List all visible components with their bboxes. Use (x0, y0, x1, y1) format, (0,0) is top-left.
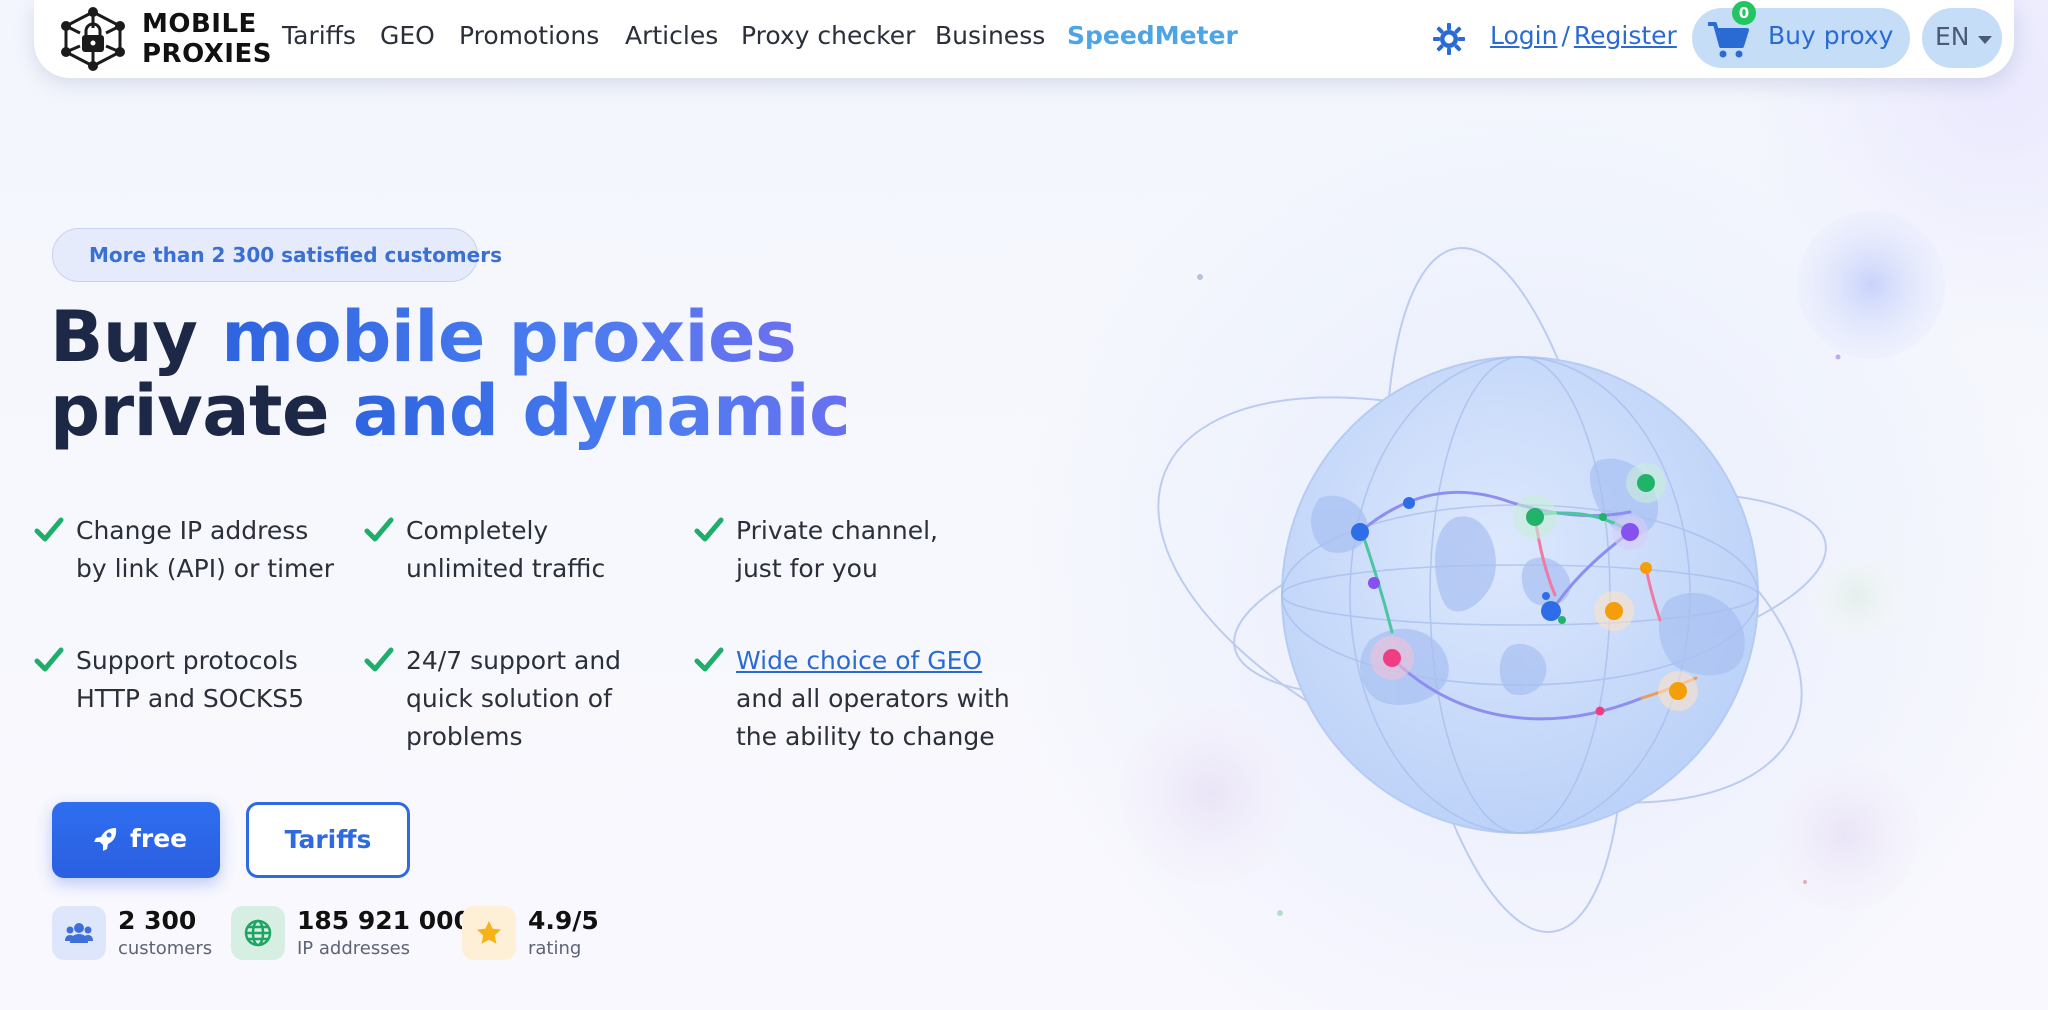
buy-proxy-button[interactable]: 0 Buy proxy (1692, 1, 1910, 68)
rocket-icon (94, 828, 117, 851)
globe-icon (231, 906, 285, 960)
login-link[interactable]: Login (1490, 21, 1557, 50)
geo-choice-link[interactable]: Wide choice of GEO (736, 642, 1010, 680)
check-icon (364, 517, 394, 542)
theme-toggle-gear-icon[interactable] (1432, 22, 1466, 56)
decor-bubble (1812, 552, 1902, 642)
nav-link-tariffs[interactable]: Tariffs (282, 21, 356, 50)
register-link[interactable]: Register (1574, 21, 1677, 50)
check-icon (694, 517, 724, 542)
site-logo[interactable]: MOBILE PROXIES (56, 6, 272, 72)
tariffs-button[interactable]: Tariffs (246, 802, 410, 878)
check-icon (364, 647, 394, 672)
free-trial-button[interactable]: free (52, 802, 220, 878)
auth-separator: / (1561, 21, 1570, 50)
network-globe-illustration (1120, 211, 1945, 933)
hero-headline: Buy mobile proxies private and dynamic (50, 296, 851, 452)
star-icon (462, 906, 516, 960)
check-icon (694, 647, 724, 672)
nav-link-proxy-checker[interactable]: Proxy checker (741, 21, 915, 50)
check-icon (34, 647, 64, 672)
nav-link-speedmeter[interactable]: SpeedMeter (1067, 21, 1238, 50)
decor-bubble (1797, 211, 1945, 359)
users-icon (52, 906, 106, 960)
decor-bubble (1120, 703, 1300, 883)
nav-link-promotions[interactable]: Promotions (459, 21, 599, 50)
logo-network-lock-icon (61, 7, 125, 71)
top-navbar: MOBILE PROXIES Tariffs GEO Promotions Ar… (34, 0, 2014, 78)
language-label: EN (1935, 22, 1970, 51)
nav-link-articles[interactable]: Articles (625, 21, 718, 50)
cart-icon (1708, 22, 1749, 58)
nav-link-geo[interactable]: GEO (380, 21, 435, 50)
language-dropdown[interactable]: EN (1922, 8, 2002, 68)
buy-proxy-label: Buy proxy (1768, 21, 1894, 50)
logo-text: MOBILE PROXIES (142, 9, 272, 69)
caret-down-icon (1978, 36, 1992, 44)
auth-links: Login / Register (1490, 21, 1677, 50)
customers-badge: More than 2 300 satisfied customers (52, 228, 502, 282)
decor-bubble (1770, 760, 1920, 910)
check-icon (34, 517, 64, 542)
nav-link-business[interactable]: Business (935, 21, 1045, 50)
cart-count-badge: 0 (1732, 1, 1756, 25)
